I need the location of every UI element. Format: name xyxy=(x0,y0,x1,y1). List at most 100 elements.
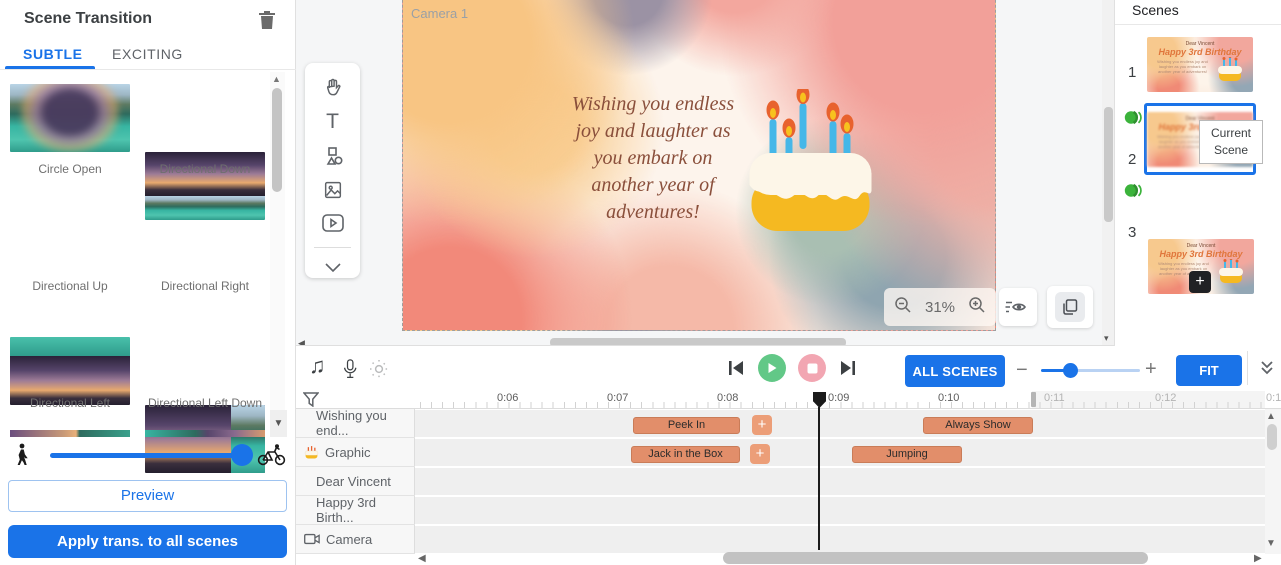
tab-subtle[interactable]: SUBTLE xyxy=(23,46,83,62)
scenes-panel-title: Scenes xyxy=(1132,2,1179,18)
transition-thumb-directional-up[interactable] xyxy=(10,337,130,405)
bike-speed-icon xyxy=(257,443,287,467)
canvas-area: Camera 1 Wishing you endless joy and lau… xyxy=(296,0,1114,349)
video-editor-app: Scene Transition SUBTLE EXCITING Circle … xyxy=(0,0,1281,565)
toolbar-divider xyxy=(1247,351,1248,385)
lane xyxy=(415,526,1265,553)
canvas-toolbar: T xyxy=(305,63,360,278)
scene-transition-panel: Scene Transition SUBTLE EXCITING Circle … xyxy=(0,0,296,565)
ruler-label: 0:12 xyxy=(1155,392,1176,404)
ruler-label: 0:09 xyxy=(828,392,849,404)
thumb-cake-icon xyxy=(1217,57,1243,85)
timeline-ruler[interactable]: 0:06 0:07 0:08 0:09 0:10 0:11 0:12 0:13 xyxy=(296,391,1281,409)
timeline-hscrollbar-thumb[interactable] xyxy=(723,552,1148,564)
lane xyxy=(415,468,1265,495)
timeline-tracks: Wishing you end... Graphic Dear Vincent … xyxy=(296,409,1281,554)
transition-label: Directional Up xyxy=(10,279,130,293)
timeline-vscroll-up-icon[interactable]: ▲ xyxy=(1266,411,1276,422)
current-scene-badge: Current Scene xyxy=(1199,120,1263,164)
pan-hand-tool[interactable] xyxy=(305,73,360,103)
transition-thumb-partial[interactable] xyxy=(10,430,130,437)
add-scene-button[interactable]: + xyxy=(1189,271,1211,293)
duplicate-button[interactable] xyxy=(1047,286,1093,328)
scene-canvas[interactable]: Camera 1 Wishing you endless joy and lau… xyxy=(402,0,996,331)
timeline-vscrollbar-thumb[interactable] xyxy=(1267,424,1277,450)
scenes-panel: Scenes Dear Vincent Happy 3rd Birthday W… xyxy=(1114,0,1281,346)
scroll-down-icon[interactable]: ▼ xyxy=(270,410,287,437)
timeline-hscroll-right-icon[interactable]: ▶ xyxy=(1254,553,1262,564)
track-dear-vincent[interactable]: Dear Vincent xyxy=(296,467,415,496)
transition-toggle-icon[interactable] xyxy=(1123,181,1145,200)
zoom-in-icon[interactable] xyxy=(968,296,986,319)
preview-button[interactable]: Preview xyxy=(8,480,287,512)
zoom-out-icon[interactable] xyxy=(894,296,912,319)
scene-thumbnail-1[interactable]: Dear Vincent Happy 3rd Birthday Wishing … xyxy=(1147,37,1253,92)
panel-title: Scene Transition xyxy=(24,10,152,28)
animation-bar-jumping[interactable]: Jumping xyxy=(852,446,962,463)
timeline-vscroll-down-icon[interactable]: ▼ xyxy=(1266,538,1276,549)
animation-bar-jack-in-the-box[interactable]: Jack in the Box xyxy=(631,446,740,463)
ruler-label: 0:08 xyxy=(717,392,738,404)
transition-label: Directional Right xyxy=(145,279,265,293)
track-wishing-text[interactable]: Wishing you end... xyxy=(296,409,415,438)
tabs-divider xyxy=(0,69,296,70)
transition-thumb-partial[interactable] xyxy=(145,430,265,437)
fit-button[interactable]: FIT xyxy=(1176,355,1242,386)
shapes-tool[interactable] xyxy=(305,141,360,171)
add-animation-button[interactable]: + xyxy=(752,415,772,435)
transition-thumb-circle-open[interactable] xyxy=(10,84,130,152)
lane xyxy=(415,410,1265,437)
walk-speed-icon xyxy=(13,443,31,467)
transition-toggle-icon[interactable] xyxy=(1123,108,1145,127)
transition-speed-slider-thumb[interactable] xyxy=(231,444,253,466)
timeline-zoom-slider-thumb[interactable] xyxy=(1063,363,1078,378)
canvas-vscrollbar-thumb[interactable] xyxy=(1104,107,1113,222)
skip-forward-button[interactable] xyxy=(838,358,858,383)
tab-exciting[interactable]: EXCITING xyxy=(112,46,183,62)
transitions-scrollbar-thumb[interactable] xyxy=(272,88,282,192)
scroll-up-icon[interactable]: ▲ xyxy=(272,74,281,84)
track-camera[interactable]: Camera xyxy=(296,525,415,554)
transition-label: Directional Left Down xyxy=(145,396,265,410)
birthday-cake-graphic[interactable] xyxy=(743,89,878,239)
scene-boundary-marker[interactable] xyxy=(1031,392,1036,407)
timeline-zoom-out-icon[interactable]: − xyxy=(1016,359,1028,382)
microphone-icon[interactable] xyxy=(340,357,360,386)
play-button[interactable] xyxy=(758,354,786,382)
trash-icon[interactable] xyxy=(257,9,277,31)
zoom-level-value: 31% xyxy=(925,299,955,316)
music-icon[interactable]: ♫ xyxy=(309,353,326,379)
apply-transition-all-scenes-button[interactable]: Apply trans. to all scenes xyxy=(8,525,287,558)
text-tool[interactable]: T xyxy=(305,107,360,137)
timeline-hscroll-left-icon[interactable]: ◀ xyxy=(418,553,426,564)
skip-back-button[interactable] xyxy=(726,358,746,383)
camera-track-icon xyxy=(304,533,320,545)
add-animation-button[interactable]: + xyxy=(750,444,770,464)
animation-bar-always-show[interactable]: Always Show xyxy=(923,417,1033,434)
copy-icon xyxy=(1055,292,1085,322)
quick-preview-button[interactable] xyxy=(999,288,1037,326)
stop-button[interactable] xyxy=(798,354,826,382)
toolbar-more-chevron-icon[interactable] xyxy=(305,253,360,283)
transition-speed-slider[interactable] xyxy=(50,453,247,458)
image-tool[interactable] xyxy=(305,175,360,205)
collapse-timeline-chevrons-icon[interactable] xyxy=(1258,359,1276,382)
track-happy-3rd-birthday[interactable]: Happy 3rd Birth... xyxy=(296,496,415,525)
ruler-label: 0:06 xyxy=(497,392,518,404)
all-scenes-button[interactable]: ALL SCENES xyxy=(905,355,1005,387)
lane xyxy=(415,497,1265,524)
thumb-cake-icon xyxy=(1218,259,1244,287)
canvas-vscroll-down-icon[interactable]: ▾ xyxy=(1104,333,1109,343)
scene-thumbnail-2-selected[interactable]: Dear Vincent Happy 3rd Birthday Wishing … xyxy=(1144,103,1256,175)
timeline-toolbar: ♫ ALL SCENES − + xyxy=(296,346,1281,391)
ruler-label: 0:13 xyxy=(1266,392,1281,404)
scene-number: 2 xyxy=(1128,151,1136,168)
animation-bar-peek-in[interactable]: Peek In xyxy=(633,417,740,434)
scene-number: 1 xyxy=(1128,64,1136,81)
track-graphic[interactable]: Graphic xyxy=(296,438,415,467)
timeline-zoom-in-icon[interactable]: + xyxy=(1145,358,1157,381)
transition-label: Circle Open xyxy=(10,162,130,176)
timeline-zoom-slider-rest[interactable] xyxy=(1071,369,1140,372)
video-tool[interactable] xyxy=(305,208,360,238)
toolbar-divider xyxy=(314,247,351,248)
